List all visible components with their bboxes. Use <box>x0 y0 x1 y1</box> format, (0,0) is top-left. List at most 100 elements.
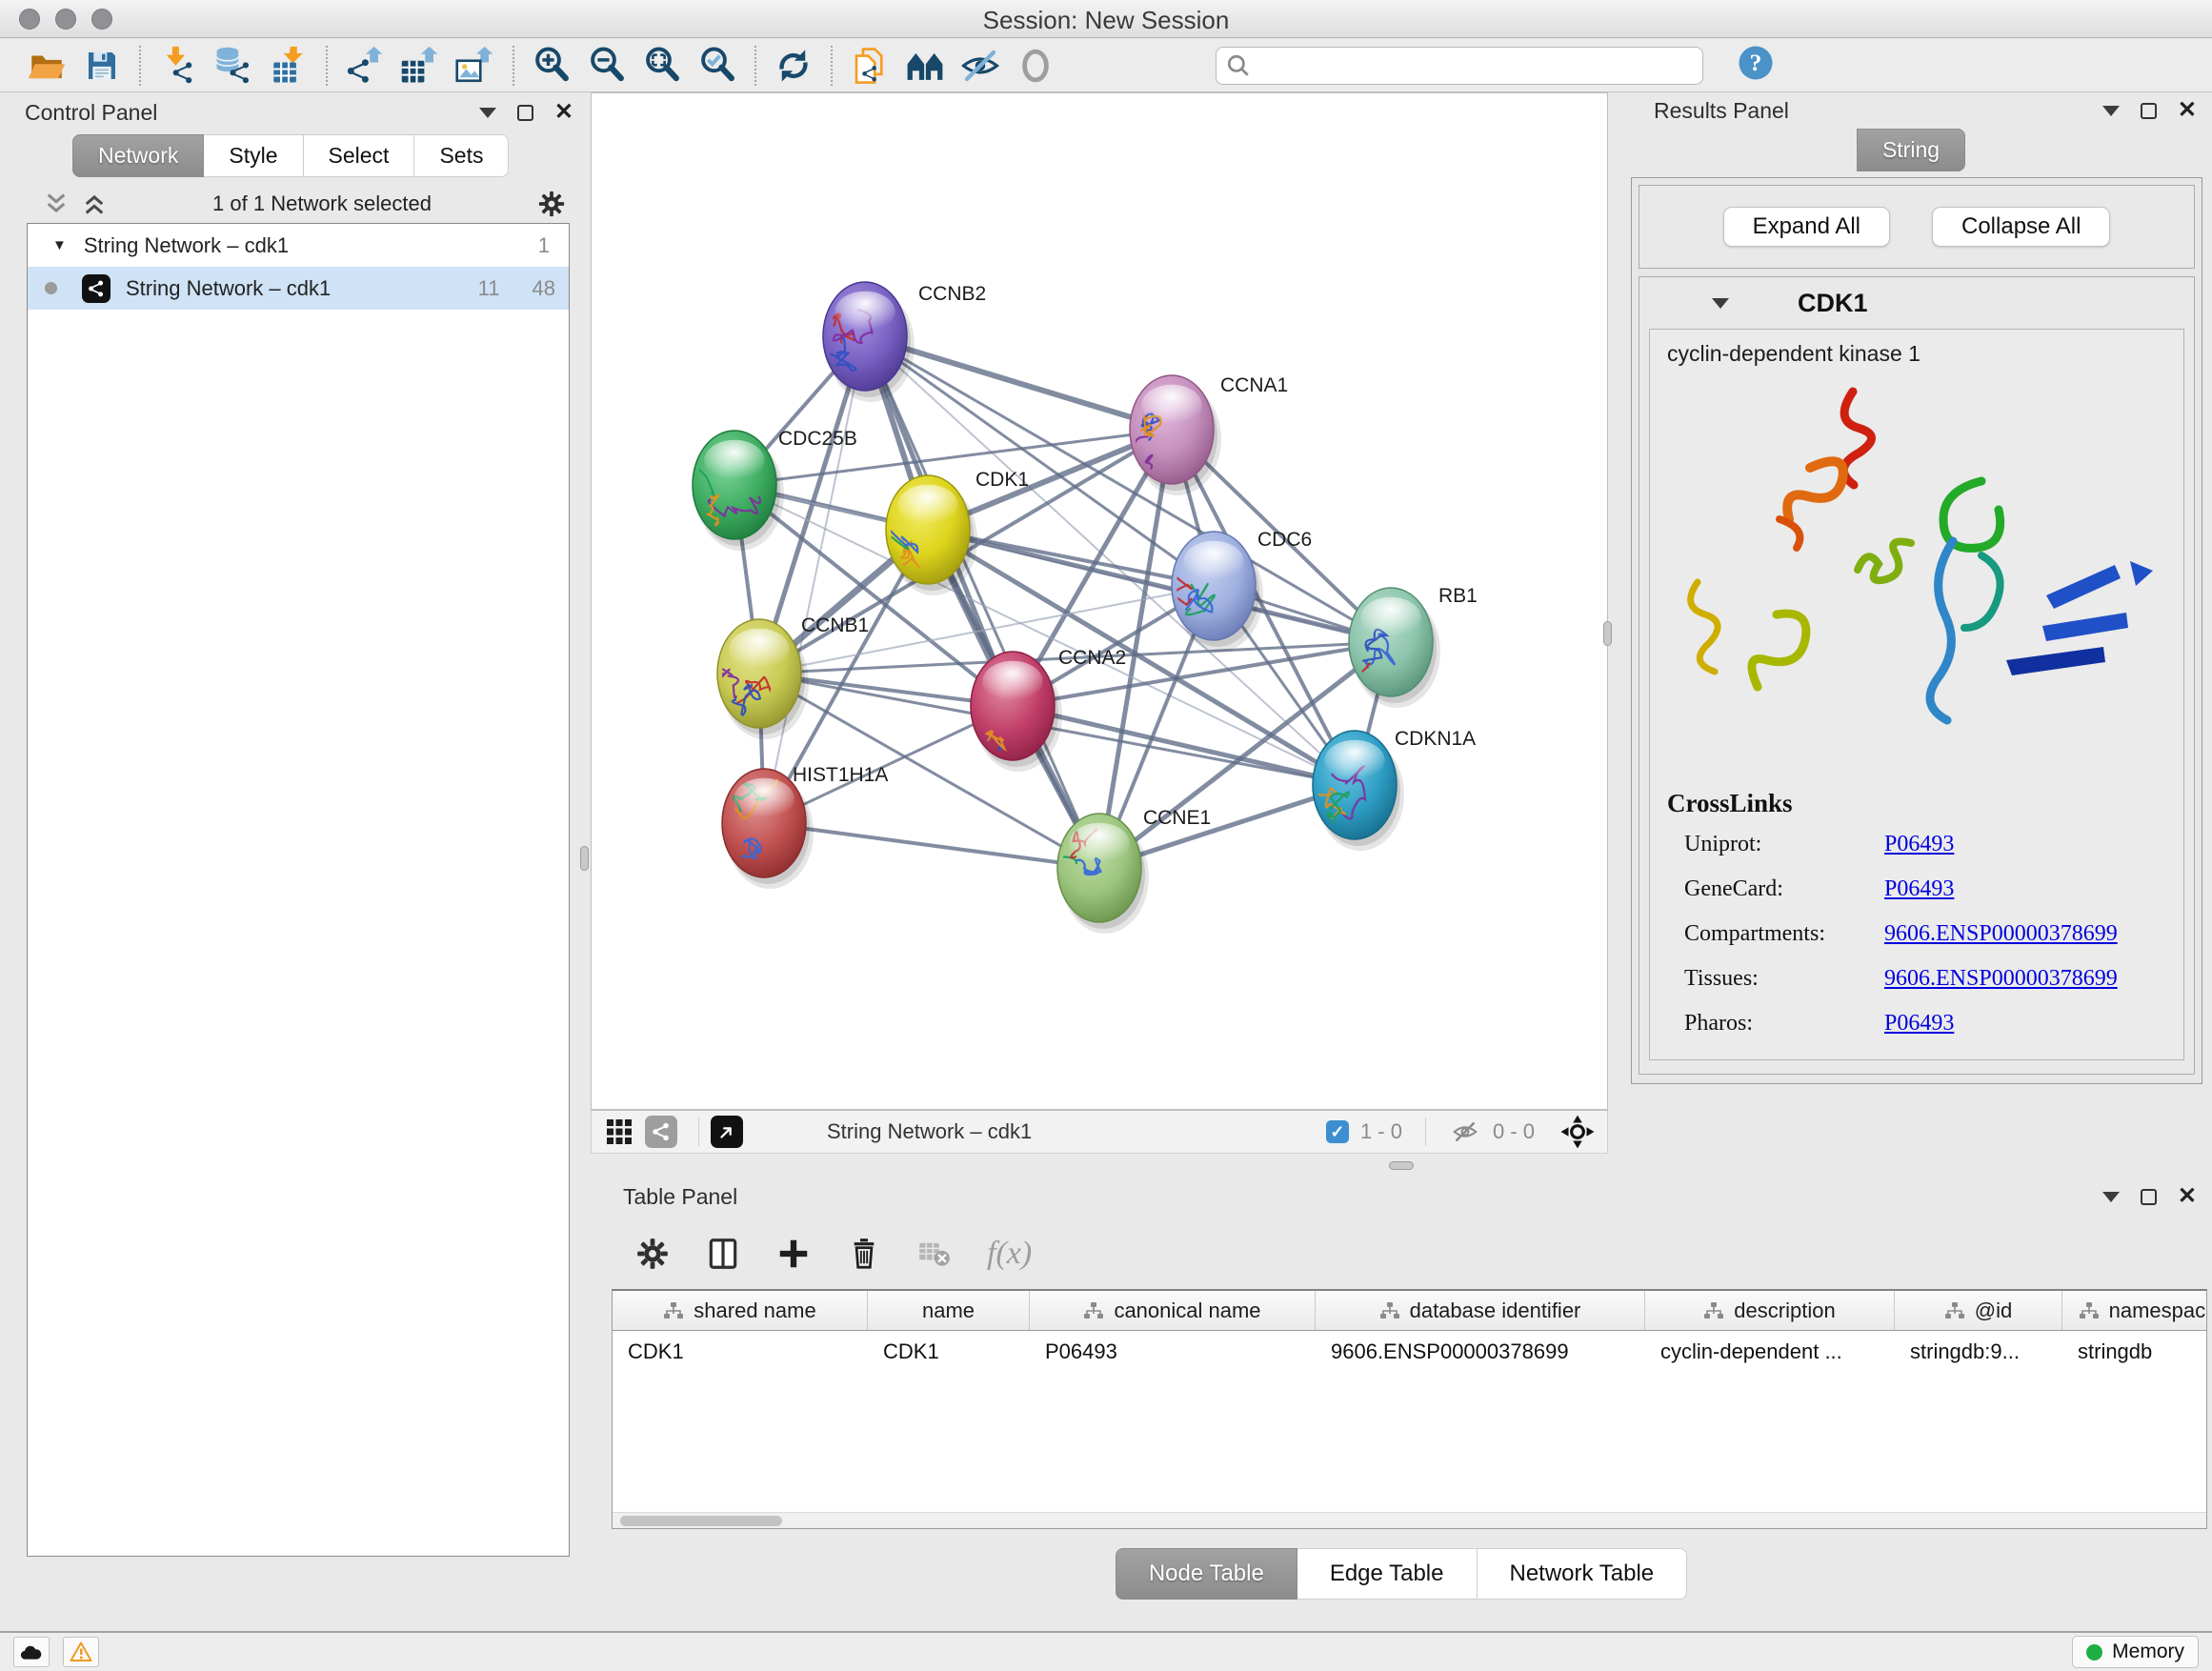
expand-all-button[interactable]: Expand All <box>1723 207 1890 247</box>
import-network-file-button[interactable] <box>151 43 206 89</box>
network-node-CDC25B[interactable]: CDC25B <box>673 428 857 551</box>
refresh-view-button[interactable] <box>766 43 821 89</box>
tab-style[interactable]: Style <box>204 134 303 177</box>
tab-edge-table[interactable]: Edge Table <box>1297 1548 1478 1600</box>
delete-button[interactable] <box>846 1236 882 1272</box>
network-node-CCNA1[interactable]: CCNA1 <box>1128 374 1288 495</box>
crosslink-link[interactable]: 9606.ENSP00000378699 <box>1884 966 2118 992</box>
help-button[interactable]: ? <box>1736 43 1776 88</box>
tab-node-table[interactable]: Node Table <box>1116 1548 1297 1600</box>
column-header-sharedname[interactable]: shared name <box>613 1291 868 1330</box>
table-cell[interactable]: P06493 <box>1030 1331 1316 1373</box>
network-node-count: 11 <box>478 276 500 301</box>
right-splitter-handle[interactable] <box>1603 621 1612 646</box>
panel-menu-icon[interactable] <box>2102 106 2120 116</box>
tab-string[interactable]: String <box>1857 129 1965 171</box>
panel-float-icon[interactable] <box>2141 1189 2157 1205</box>
zoom-selected-button[interactable] <box>690 43 745 89</box>
network-node-CCNB2[interactable]: CCNB2 <box>823 282 986 402</box>
gear-button[interactable] <box>634 1236 671 1272</box>
export-network-button[interactable] <box>337 43 392 89</box>
warnings-button[interactable] <box>63 1637 99 1667</box>
search-input[interactable] <box>1251 53 1693 78</box>
columns-button[interactable] <box>705 1236 741 1272</box>
network-edge[interactable] <box>764 823 1099 868</box>
tab-network-table[interactable]: Network Table <box>1478 1548 1688 1600</box>
save-session-button[interactable] <box>74 43 130 89</box>
table-cell[interactable]: stringdb <box>2062 1331 2207 1373</box>
selected-nodes-checkbox[interactable]: ✓ <box>1326 1120 1349 1143</box>
table-cell[interactable]: stringdb:9... <box>1895 1331 2062 1373</box>
column-header-namespace[interactable]: namespace <box>2062 1291 2207 1330</box>
table-cell[interactable]: CDK1 <box>868 1331 1030 1373</box>
export-image-button[interactable] <box>448 43 503 89</box>
network-node-RB1[interactable]: RB1 <box>1339 585 1478 711</box>
network-edge[interactable] <box>865 336 1099 868</box>
hide-selected-button[interactable] <box>953 43 1008 89</box>
collapse-all-button[interactable]: Collapse All <box>1932 207 2110 247</box>
table-cell[interactable]: 9606.ENSP00000378699 <box>1316 1331 1645 1373</box>
tab-network[interactable]: Network <box>72 134 204 177</box>
panel-close-icon[interactable]: ✕ <box>2178 99 2197 122</box>
panel-close-icon[interactable]: ✕ <box>2178 1185 2197 1208</box>
table-cell[interactable]: CDK1 <box>613 1331 868 1373</box>
column-header-canonicalname[interactable]: canonical name <box>1030 1291 1316 1330</box>
table-cell[interactable]: cyclin-dependent ... <box>1645 1331 1895 1373</box>
tab-select[interactable]: Select <box>304 134 415 177</box>
first-neighbors-button[interactable] <box>897 43 953 89</box>
scrollbar-thumb[interactable] <box>620 1516 782 1526</box>
panel-float-icon[interactable] <box>517 105 533 121</box>
column-type-icon <box>1944 1301 1965 1320</box>
network-node-CDKN1A[interactable]: CDKN1A <box>1301 728 1477 851</box>
memory-button[interactable]: Memory <box>2072 1636 2199 1668</box>
network-share-icon[interactable] <box>645 1116 677 1148</box>
crosslink-link[interactable]: P06493 <box>1884 876 1954 902</box>
birdseye-navigator-icon[interactable] <box>1559 1114 1596 1150</box>
network-options-gear-icon[interactable] <box>537 190 566 218</box>
zoom-in-button[interactable] <box>524 43 579 89</box>
cloud-status-button[interactable] <box>13 1637 50 1667</box>
add-button[interactable] <box>775 1236 812 1272</box>
panel-float-icon[interactable] <box>2141 103 2157 119</box>
clone-network-button[interactable] <box>842 43 897 89</box>
detach-view-icon[interactable] <box>711 1116 743 1148</box>
tab-sets[interactable]: Sets <box>414 134 509 177</box>
export-table-button[interactable] <box>392 43 448 89</box>
panel-menu-icon[interactable] <box>2102 1192 2120 1202</box>
table-row[interactable]: CDK1CDK1P064939606.ENSP00000378699cyclin… <box>613 1331 2206 1373</box>
zoom-out-button[interactable] <box>579 43 634 89</box>
collapse-all-icon[interactable] <box>44 191 69 216</box>
crosslink-link[interactable]: P06493 <box>1884 832 1954 857</box>
column-header-description[interactable]: description <box>1645 1291 1895 1330</box>
column-header-id[interactable]: @id <box>1895 1291 2062 1330</box>
network-canvas[interactable]: CCNB2CCNA1CDC25BCDK1CDC6RB1CCNB1CCNA2CDK… <box>591 92 1608 1110</box>
column-header-name[interactable]: name <box>868 1291 1030 1330</box>
network-node-HIST1H1A[interactable]: HIST1H1A <box>722 763 888 889</box>
network-node-CCNA2[interactable]: CCNA2 <box>968 647 1126 772</box>
network-edge[interactable] <box>764 336 865 823</box>
entry-collapse-icon[interactable] <box>1712 298 1729 309</box>
panel-menu-icon[interactable] <box>479 108 496 118</box>
expand-all-icon[interactable] <box>82 191 107 216</box>
horizontal-splitter-handle[interactable] <box>1389 1161 1414 1170</box>
network-node-CCNE1[interactable]: CCNE1 <box>1029 807 1211 934</box>
zoom-fit-button[interactable] <box>634 43 690 89</box>
crosslink-link[interactable]: P06493 <box>1884 1011 1954 1037</box>
open-session-button[interactable] <box>19 43 74 89</box>
network-collection-row[interactable]: ▼ String Network – cdk1 1 <box>28 224 569 267</box>
column-type-icon <box>1703 1301 1724 1320</box>
search-box[interactable] <box>1216 47 1703 85</box>
network-edge[interactable] <box>1013 706 1355 785</box>
node-label: CDKN1A <box>1395 728 1476 750</box>
crosslink-link[interactable]: 9606.ENSP00000378699 <box>1884 921 2118 947</box>
left-splitter-handle[interactable] <box>580 846 589 871</box>
tree-expand-icon[interactable]: ▼ <box>52 237 67 253</box>
column-header-databaseidentifier[interactable]: database identifier <box>1316 1291 1645 1330</box>
import-network-database-button[interactable] <box>206 43 261 89</box>
show-all-button[interactable] <box>1008 43 1063 89</box>
import-table-button[interactable] <box>261 43 316 89</box>
panel-close-icon[interactable]: ✕ <box>554 101 573 124</box>
grid-view-icon[interactable] <box>603 1116 635 1148</box>
network-row-selected[interactable]: String Network – cdk1 11 48 <box>28 267 569 310</box>
horizontal-scrollbar[interactable] <box>613 1512 2206 1528</box>
